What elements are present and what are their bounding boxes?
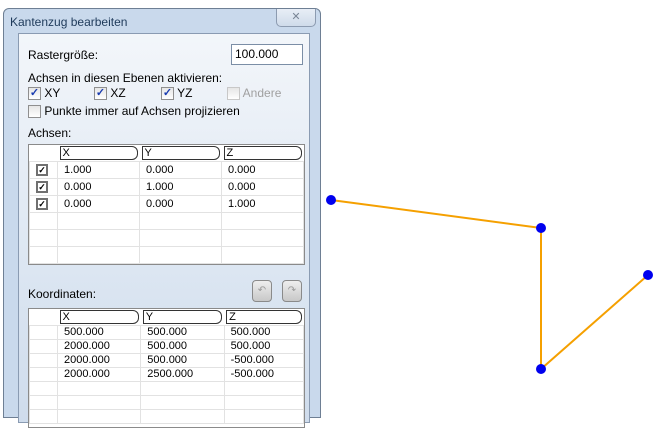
vertex-handle[interactable] (536, 364, 546, 374)
vertex-handle[interactable] (643, 270, 653, 280)
viewport-canvas[interactable] (0, 0, 667, 410)
polyline-edge (330, 199, 649, 372)
vertex-handle[interactable] (536, 223, 546, 233)
vertex-handle[interactable] (326, 195, 336, 205)
